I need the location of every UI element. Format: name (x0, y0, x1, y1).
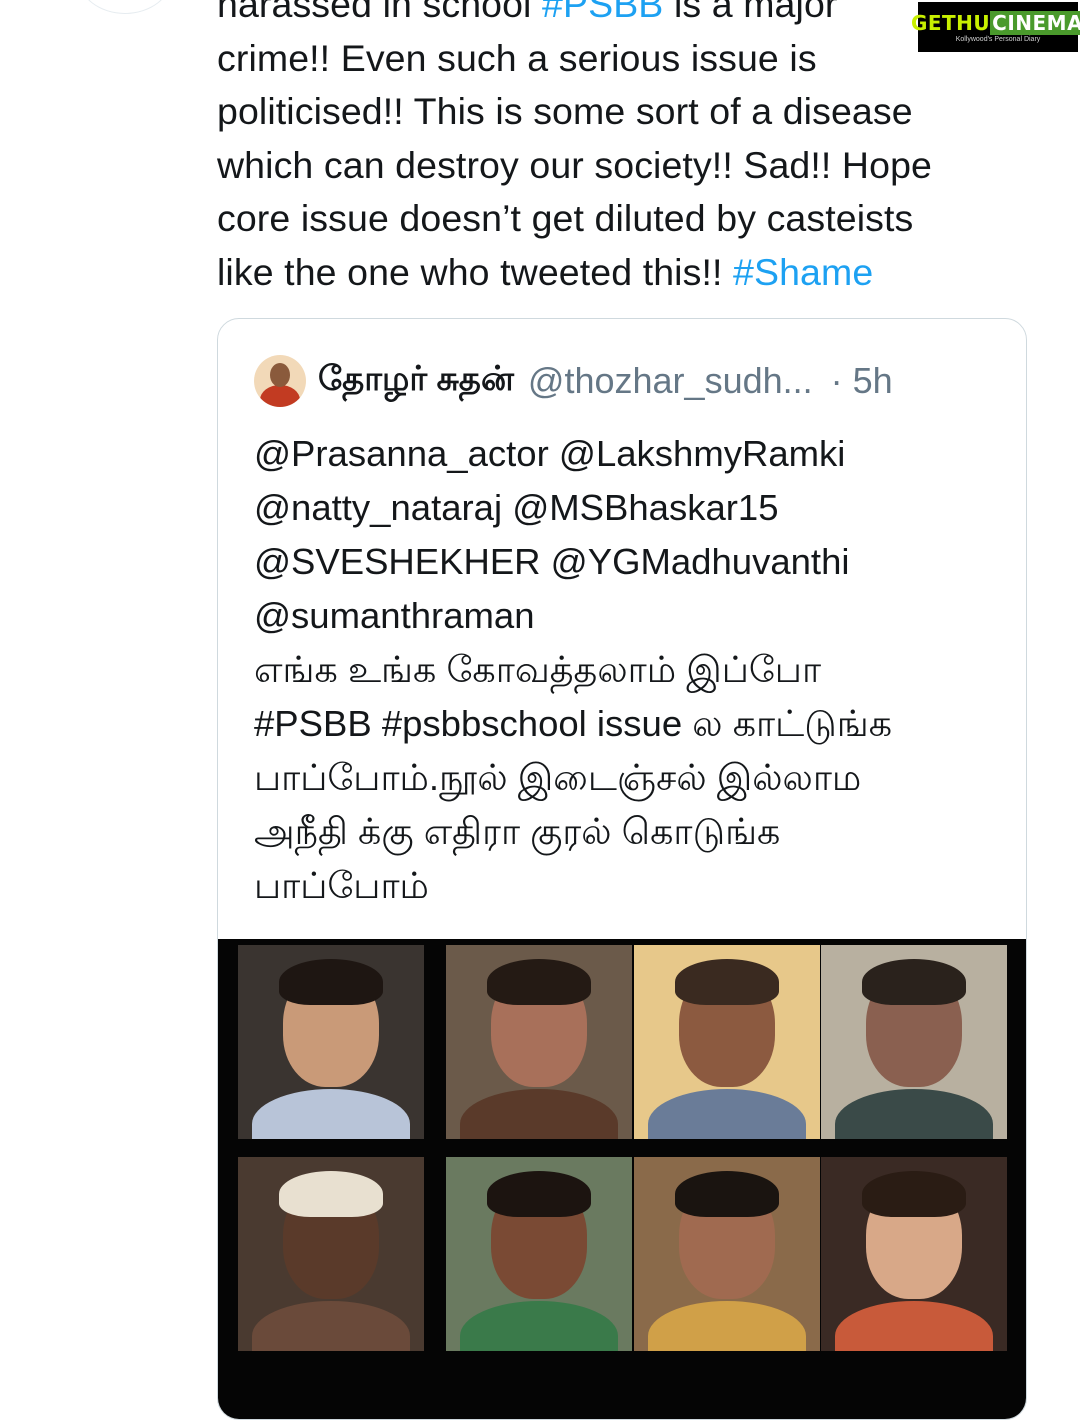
collage-photo[interactable] (821, 1157, 1007, 1351)
quoted-line: #PSBB #psbbschool issue ல காட்டுங்க (254, 703, 893, 744)
collage-photo[interactable] (634, 1157, 820, 1351)
hashtag-psbb[interactable]: #PSBB (542, 0, 663, 25)
quoted-line: @Prasanna_actor @LakshmyRamki (254, 433, 846, 474)
quoted-line: அநீதி க்கு எதிரா குரல் கொடுங்க (254, 811, 781, 852)
quoted-line: @SVESHEKHER @YGMadhuvanthi (254, 541, 850, 582)
quoted-author-name[interactable]: தோழர் சுதன் (318, 360, 514, 403)
hashtag-shame[interactable]: #Shame (733, 251, 873, 293)
tweet-line: politicised!! This is some sort of a dis… (217, 90, 913, 132)
collage-photo[interactable] (238, 945, 424, 1139)
quoted-line: பாப்போம் (254, 865, 429, 906)
collage-photo[interactable] (634, 945, 820, 1139)
avatar-head-shape (270, 363, 290, 387)
collage-photo[interactable] (446, 1157, 632, 1351)
person-hair (487, 959, 591, 1005)
author-avatar[interactable] (78, 0, 172, 14)
person-hair (279, 1171, 383, 1217)
person-hair (487, 1171, 591, 1217)
quoted-line: பாப்போம்.நூல் இடைஞ்சல் இல்லாம (254, 757, 862, 798)
person-hair (862, 1171, 966, 1217)
avatar-body-shape (260, 385, 300, 407)
quoted-media-collage[interactable] (218, 939, 1026, 1419)
tweet-line: core issue doesn’t get diluted by castei… (217, 197, 914, 239)
quoted-tweet-header: தோழர் சுதன் @thozhar_sudh... · 5h (254, 353, 893, 409)
watermark-logo: GETHU CINEMA Kollywood's Personal Diary (911, 2, 1080, 52)
quoted-tweet-card[interactable]: தோழர் சுதன் @thozhar_sudh... · 5h @Prasa… (217, 318, 1027, 1420)
person-hair (279, 959, 383, 1005)
collage-photo[interactable] (238, 1157, 424, 1351)
person-hair (675, 1171, 779, 1217)
tweet-line: like the one who tweeted this!! #Shame (217, 250, 874, 293)
person-hair (675, 959, 779, 1005)
quoted-line: @natty_nataraj @MSBhaskar15 (254, 487, 779, 528)
quoted-tweet-text: @Prasanna_actor @LakshmyRamki @natty_nat… (254, 427, 1014, 913)
collage-photo[interactable] (821, 945, 1007, 1139)
person-hair (862, 959, 966, 1005)
quoted-author-handle[interactable]: @thozhar_sudh... (528, 360, 813, 402)
watermark-brand: GETHU CINEMA (911, 11, 1080, 35)
quoted-line: எங்க உங்க கோவத்தலாம் இப்போ (254, 649, 822, 690)
quoted-tweet-time[interactable]: · 5h (831, 360, 893, 402)
collage-photo[interactable] (446, 945, 632, 1139)
quoted-author-avatar[interactable] (254, 355, 306, 407)
quoted-line: @sumanthraman (254, 595, 535, 636)
watermark-tagline: Kollywood's Personal Diary (955, 36, 1041, 43)
tweet-line: which can destroy our society!! Sad!! Ho… (217, 143, 932, 186)
